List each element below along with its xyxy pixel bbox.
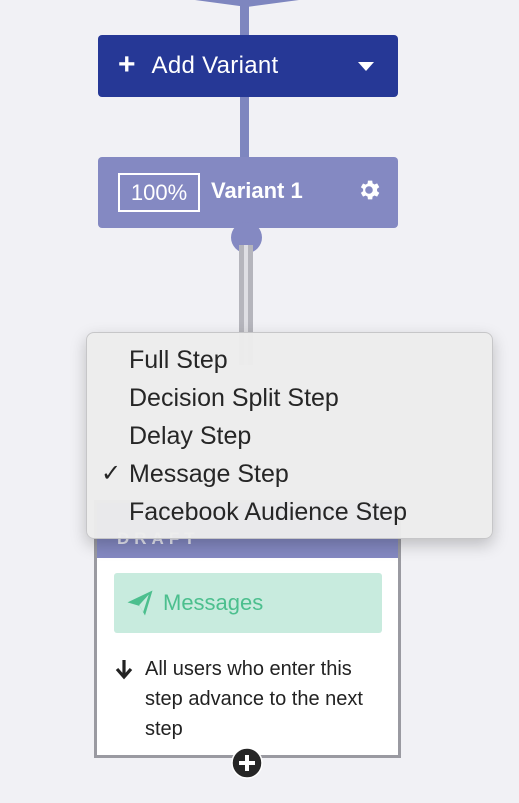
- advance-note-text: All users who enter this step advance to…: [145, 658, 363, 740]
- gear-icon[interactable]: [356, 177, 382, 203]
- menu-item-delay-step[interactable]: Delay Step: [87, 417, 492, 455]
- paper-plane-icon: [127, 590, 153, 616]
- plus-icon: +: [118, 47, 136, 81]
- menu-item-message-step[interactable]: ✓ Message Step: [87, 455, 492, 493]
- messages-label: Messages: [163, 590, 264, 615]
- add-variant-button[interactable]: + Add Variant: [98, 35, 398, 97]
- menu-item-decision-split-step[interactable]: Decision Split Step: [87, 379, 492, 417]
- menu-item-full-step[interactable]: Full Step: [87, 341, 492, 379]
- arrow-down-icon: [115, 660, 133, 680]
- add-variant-label: Add Variant: [151, 52, 279, 79]
- advance-note: All users who enter this step advance to…: [115, 654, 375, 744]
- messages-button[interactable]: Messages: [114, 573, 382, 633]
- add-step-icon[interactable]: [231, 747, 263, 779]
- variant-percent-badge[interactable]: 100%: [118, 173, 200, 212]
- variant-card[interactable]: 100% Variant 1: [98, 157, 398, 228]
- step-type-menu: Full Step Decision Split Step Delay Step…: [86, 332, 493, 539]
- check-icon: ✓: [100, 460, 122, 487]
- variant-name: Variant 1: [211, 178, 303, 203]
- menu-item-facebook-audience-step[interactable]: Facebook Audience Step: [87, 493, 492, 531]
- caret-down-icon[interactable]: [358, 62, 374, 71]
